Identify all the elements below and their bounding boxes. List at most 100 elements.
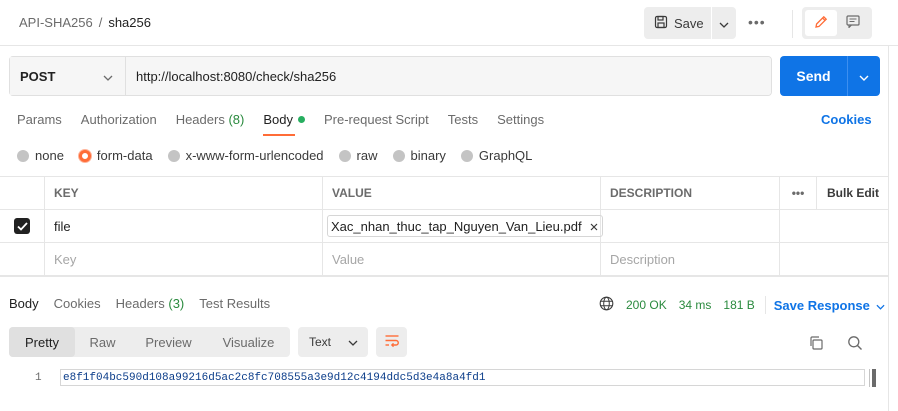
view-raw[interactable]: Raw [75,327,130,357]
tab-prerequest-script[interactable]: Pre-request Script [324,112,429,136]
globe-icon[interactable] [599,296,614,314]
format-label: Text [309,335,332,349]
row-enabled-checkbox[interactable] [14,218,30,234]
body-type-graphql-label: GraphQL [478,148,533,163]
response-tab-cookies[interactable]: Cookies [54,296,101,311]
tab-params[interactable]: Params [17,112,62,136]
response-view-selector: Pretty Raw Preview Visualize [9,327,290,357]
row-spacer [780,243,817,275]
tab-headers[interactable]: Headers (8) [176,112,245,136]
row-description-cell[interactable] [601,210,780,242]
body-type-form-data[interactable]: form-data [78,148,153,163]
response-tab-headers[interactable]: Headers (3) [116,296,185,311]
response-time[interactable]: 34 ms [679,298,712,312]
send-options-button[interactable] [847,56,880,96]
response-tab-headers-label: Headers [115,296,165,311]
value-input-placeholder[interactable]: Value [323,243,601,275]
column-header-description: DESCRIPTION [601,177,780,209]
row-key-cell[interactable]: file [45,210,323,242]
pencil-icon [814,15,828,32]
tab-body[interactable]: Body [263,112,305,136]
divider [888,46,889,411]
chevron-down-icon [348,335,358,349]
edit-mode-button[interactable] [805,10,837,36]
save-options-button[interactable] [711,7,736,39]
body-type-urlencoded[interactable]: x-www-form-urlencoded [167,148,324,163]
response-tabs: Body Cookies Headers (3) Test Results [9,296,285,311]
code-line[interactable]: e8f1f04bc590d108a99216d5ac2c8fc708555a3e… [60,369,865,386]
tab-headers-label: Headers [175,112,225,127]
body-type-selector: none form-data x-www-form-urlencoded raw… [17,148,547,163]
response-tab-body[interactable]: Body [9,296,39,311]
response-status[interactable]: 200 OK [626,298,667,312]
table-header-row: KEY VALUE DESCRIPTION ••• Bulk Edit [0,177,888,210]
mode-toggle [802,7,872,39]
row-spacer [817,210,888,242]
method-select[interactable]: POST [10,57,126,95]
editor-scrollbar[interactable] [869,369,878,387]
breadcrumb-request-name[interactable]: sha256 [108,15,151,30]
breadcrumb-collection[interactable]: API-SHA256 [19,15,93,30]
pane-resizer[interactable] [0,276,888,286]
cookies-link[interactable]: Cookies [821,112,872,127]
file-name: Xac_nhan_thuc_tap_Nguyen_Van_Lieu.pdf [331,218,582,234]
response-tab-test-results[interactable]: Test Results [199,296,270,311]
status-dot-icon [297,116,305,123]
more-options-icon[interactable]: ••• [748,14,766,30]
column-options-icon[interactable]: ••• [780,177,817,209]
tab-settings[interactable]: Settings [497,112,544,136]
body-type-binary[interactable]: binary [392,148,446,163]
body-type-raw[interactable]: raw [338,148,378,163]
chevron-down-icon [876,298,885,313]
view-pretty[interactable]: Pretty [9,327,75,357]
radio-icon [17,149,29,162]
documentation-mode-button[interactable] [837,10,869,36]
row-spacer [780,210,817,242]
description-input-placeholder[interactable]: Description [601,243,780,275]
send-button[interactable]: Send [780,56,847,96]
comment-icon [846,15,860,31]
divider [792,10,793,38]
response-size[interactable]: 181 B [723,298,754,312]
save-label: Save [674,15,704,31]
url-input[interactable] [126,57,771,95]
row-enabled-cell [0,243,45,275]
row-value-cell[interactable]: Xac_nhan_thuc_tap_Nguyen_Van_Lieu.pdf [323,210,603,242]
radio-selected-icon [78,149,91,162]
bulk-edit-button[interactable]: Bulk Edit [817,177,888,209]
save-button-group: Save [644,7,737,39]
wrap-lines-icon [384,334,400,351]
view-preview[interactable]: Preview [130,327,207,357]
tab-headers-count: (8) [228,112,245,127]
radio-icon [338,149,351,162]
body-type-none[interactable]: none [17,148,64,163]
line-number: 1 [35,372,42,384]
body-type-graphql[interactable]: GraphQL [460,148,533,163]
format-select[interactable]: Text [298,327,368,357]
divider [764,296,766,314]
request-tabs: Params Authorization Headers (8) Body Pr… [17,112,563,136]
body-type-none-label: none [35,148,64,163]
tab-authorization[interactable]: Authorization [81,112,157,136]
key-input-placeholder[interactable]: Key [45,243,323,275]
breadcrumb: API-SHA256 / sha256 [19,15,151,30]
tab-body-label: Body [263,112,293,127]
search-icon[interactable] [847,335,863,354]
column-header-key: KEY [45,177,323,209]
tab-tests[interactable]: Tests [448,112,478,136]
method-label: POST [20,68,56,84]
close-icon[interactable] [590,219,598,234]
wrap-lines-button[interactable] [376,327,407,357]
view-visualize[interactable]: Visualize [207,327,290,357]
chevron-down-icon [859,69,869,84]
table-header-check [0,177,45,209]
copy-icon[interactable] [808,335,824,354]
save-response-button[interactable]: Save Response [774,298,885,313]
radio-icon [460,149,473,162]
save-button[interactable]: Save [644,7,711,39]
save-response-label: Save Response [773,297,870,313]
form-data-table: KEY VALUE DESCRIPTION ••• Bulk Edit file… [0,176,888,276]
file-chip: Xac_nhan_thuc_tap_Nguyen_Van_Lieu.pdf [327,215,603,237]
table-row: file Xac_nhan_thuc_tap_Nguyen_Van_Lieu.p… [0,210,888,243]
response-body-editor[interactable]: 1 e8f1f04bc590d108a99216d5ac2c8fc708555a… [0,367,888,387]
